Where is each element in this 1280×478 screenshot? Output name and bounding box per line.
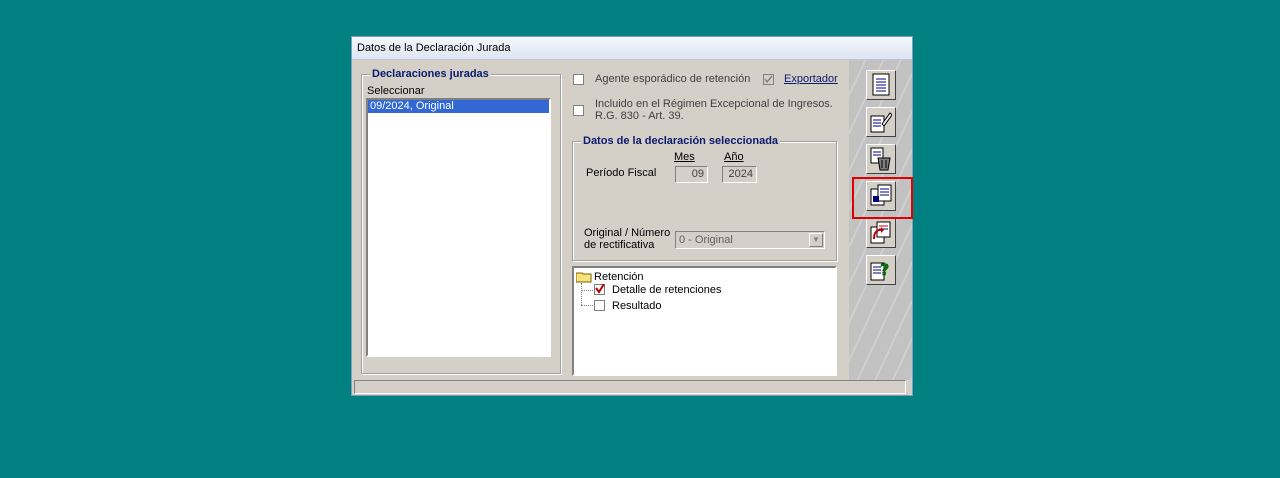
tree-lines (581, 283, 583, 305)
export-document-button[interactable] (866, 218, 896, 248)
resultado-checkbox[interactable] (594, 300, 605, 311)
exportador-label-text: Exportador (784, 73, 838, 85)
chevron-down-icon[interactable]: ▼ (809, 233, 823, 247)
status-bar (354, 380, 906, 394)
secciones-tree[interactable]: Retención Detalle de retenciones Resulta… (572, 266, 837, 376)
mes-label-text: Mes (674, 151, 695, 163)
seleccionar-label: Seleccionar (367, 85, 425, 97)
copy-document-button[interactable] (866, 181, 896, 211)
agente-esporadico-label: Agente esporádico de retención (595, 73, 751, 85)
svg-text:?: ? (880, 260, 889, 279)
agente-esporadico-checkbox[interactable] (573, 74, 584, 85)
mes-label: Mes (674, 151, 695, 163)
original-label-1: Original / Número (584, 227, 671, 239)
copy-document-icon (870, 184, 892, 206)
tree-item-resultado[interactable]: Resultado (612, 300, 662, 312)
regimen-excepcional-label-2: R.G. 830 - Art. 39. (595, 110, 684, 122)
exportador-label: Exportador (784, 73, 838, 85)
original-select[interactable]: 0 - Original ▼ (675, 231, 825, 249)
tree-item-detalle[interactable]: Detalle de retenciones (612, 284, 721, 296)
seleccionada-group: Datos de la declaración seleccionada Mes… (572, 134, 837, 261)
checkmark-icon (764, 75, 773, 84)
anio-label: Año (724, 151, 744, 163)
exportador-checkbox[interactable] (763, 74, 774, 85)
tree-branch-1 (581, 290, 593, 291)
mes-field[interactable]: 09 (675, 166, 708, 183)
delete-document-icon (870, 147, 891, 171)
detalle-retenciones-checkbox[interactable] (594, 284, 605, 295)
edit-document-icon (870, 112, 892, 133)
anio-field[interactable]: 2024 (722, 166, 757, 183)
tree-branch-2 (581, 305, 593, 306)
periodo-fiscal-label: Período Fiscal (586, 167, 657, 179)
help-document-icon: ? (870, 260, 890, 281)
declaraciones-group: Declaraciones juradas Seleccionar 09/202… (361, 67, 561, 374)
help-document-button[interactable]: ? (866, 255, 896, 285)
checkmark-icon (595, 284, 605, 294)
export-document-icon (870, 221, 891, 244)
list-item[interactable]: 09/2024, Original (368, 100, 549, 113)
declaracion-window: Datos de la Declaración Jurada Declaraci… (351, 36, 913, 396)
regimen-excepcional-checkbox[interactable] (573, 105, 584, 116)
seleccionada-legend: Datos de la declaración seleccionada (581, 134, 781, 148)
new-document-icon (872, 73, 890, 96)
window-title: Datos de la Declaración Jurada (352, 37, 912, 60)
delete-document-button[interactable] (866, 144, 896, 174)
regimen-excepcional-label-1: Incluido en el Régimen Excepcional de In… (595, 98, 833, 110)
edit-document-button[interactable] (866, 107, 896, 137)
folder-icon (576, 272, 592, 283)
original-select-value: 0 - Original (679, 234, 733, 246)
declaraciones-list[interactable]: 09/2024, Original (366, 98, 551, 357)
tree-root-label[interactable]: Retención (594, 271, 644, 283)
declaraciones-legend: Declaraciones juradas (370, 67, 491, 81)
anio-label-text: Año (724, 151, 744, 163)
original-label-2: de rectificativa (584, 239, 655, 251)
new-document-button[interactable] (866, 70, 896, 100)
